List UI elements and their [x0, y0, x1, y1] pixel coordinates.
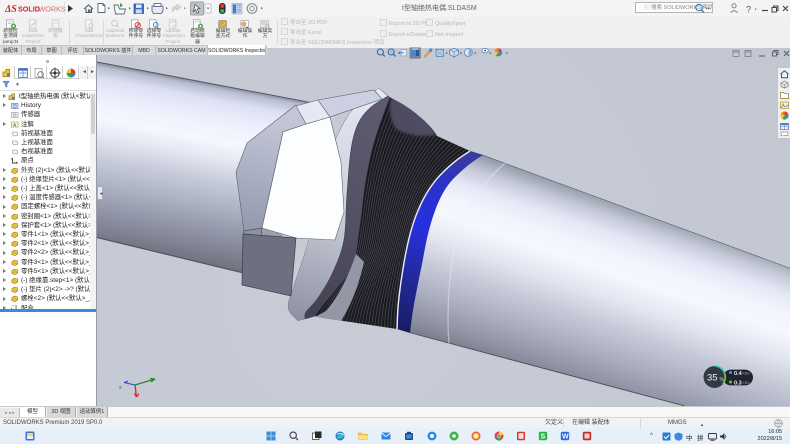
svg-text:?: ?	[746, 5, 751, 15]
svg-text:S: S	[541, 434, 546, 441]
svg-text:0.4: 0.4	[734, 371, 743, 377]
svg-text:0.3: 0.3	[734, 381, 742, 387]
svg-text:SOLID: SOLID	[18, 5, 40, 14]
svg-text:ΔS: ΔS	[5, 4, 17, 15]
svg-text:KB/s: KB/s	[743, 381, 751, 385]
svg-text:KB/s: KB/s	[743, 372, 751, 376]
svg-text:WORKS: WORKS	[39, 5, 66, 14]
svg-text:A: A	[13, 122, 17, 128]
svg-text:x: x	[119, 385, 122, 391]
svg-text:W: W	[562, 434, 569, 441]
svg-text:35: 35	[707, 373, 718, 384]
svg-text:%: %	[720, 377, 725, 383]
